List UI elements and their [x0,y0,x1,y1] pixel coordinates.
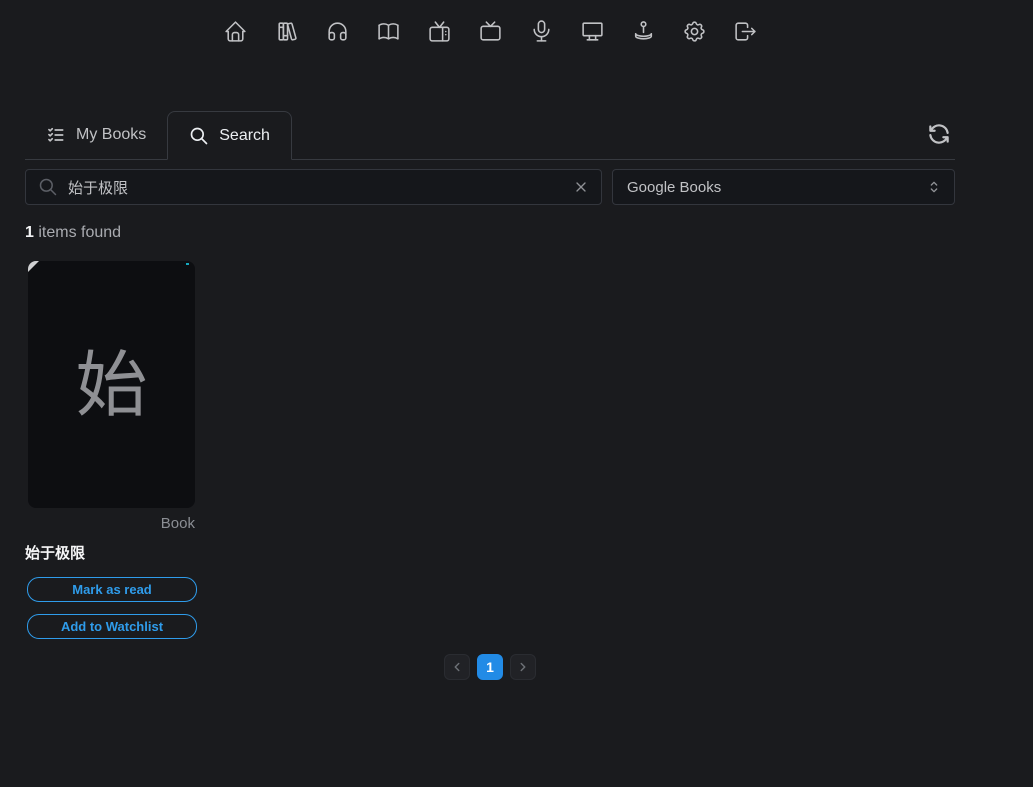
cover-fold-decoration [28,261,39,272]
monitor-icon[interactable] [580,19,605,44]
tab-search[interactable]: Search [167,111,292,160]
page-1-button[interactable]: 1 [477,654,503,680]
app-root: My Books Search Google Books [25,0,955,680]
cover-placeholder-glyph: 始 [75,349,147,421]
refresh-icon[interactable] [926,121,952,147]
chevron-left-icon [450,660,464,674]
tab-search-label: Search [219,127,270,145]
home-icon[interactable] [223,19,248,44]
add-to-watchlist-button[interactable]: Add to Watchlist [27,614,197,639]
search-field [25,169,602,205]
next-page-button[interactable] [510,654,536,680]
microphone-icon[interactable] [529,19,554,44]
search-controls: Google Books [25,169,955,205]
media-title: 始于极限 [25,542,195,563]
library-icon[interactable] [274,19,299,44]
search-icon [38,177,58,197]
clear-icon[interactable] [573,179,589,195]
source-select[interactable]: Google Books [612,169,955,205]
search-tab-icon [189,126,209,146]
mark-as-read-button[interactable]: Mark as read [27,577,197,602]
settings-icon[interactable] [682,19,707,44]
logout-icon[interactable] [733,19,758,44]
tv-icon[interactable] [478,19,503,44]
tab-my-books[interactable]: My Books [25,111,167,159]
tv-retro-icon[interactable] [427,19,452,44]
pagination: 1 [25,654,955,680]
tab-bar: My Books Search [25,111,955,160]
joystick-icon[interactable] [631,19,656,44]
chevron-right-icon [516,660,530,674]
headphones-icon[interactable] [325,19,350,44]
results-count-label: items found [38,224,121,241]
selector-icon [926,179,942,195]
top-nav [25,0,955,44]
media-card: 始 Book 始于极限 Mark as read Add to Watchlis… [25,261,195,639]
search-input[interactable] [58,179,573,196]
prev-page-button[interactable] [444,654,470,680]
tab-my-books-label: My Books [76,126,146,144]
media-type-label: Book [25,515,195,532]
results-count: 1 items found [25,224,955,242]
book-cover[interactable]: 始 [28,261,195,508]
book-icon[interactable] [376,19,401,44]
results-count-number: 1 [25,224,34,241]
cover-dot-decoration [186,263,189,265]
checklist-icon [46,125,66,145]
source-select-value: Google Books [627,179,721,196]
